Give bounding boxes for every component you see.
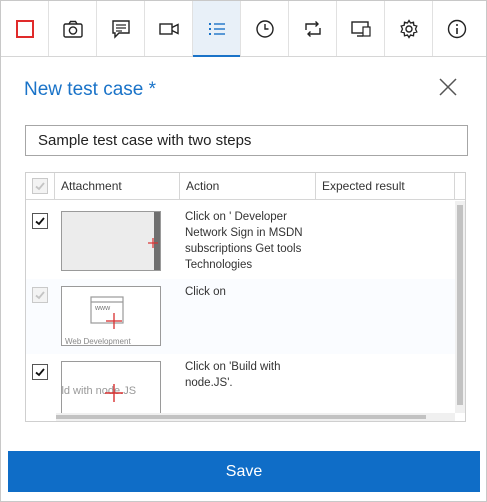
note-button[interactable]	[97, 1, 145, 56]
system-info-button[interactable]	[337, 1, 385, 56]
click-marker-icon	[148, 238, 158, 248]
about-button[interactable]	[433, 1, 481, 56]
clock-icon	[255, 19, 274, 38]
checkmark-icon	[35, 291, 45, 300]
click-marker-icon	[106, 313, 122, 329]
checkmark-icon	[35, 368, 45, 377]
checkmark-icon	[35, 182, 45, 191]
grid-header: Attachment Action Expected result	[26, 173, 465, 200]
step-attachment-thumbnail[interactable]: www Web Development	[61, 286, 161, 346]
screen-icon	[350, 20, 371, 37]
step-action-text[interactable]: Click on	[185, 284, 315, 300]
gear-icon	[399, 18, 418, 39]
thumbnail-www-text: www	[95, 305, 111, 312]
step-attachment-thumbnail[interactable]: ild with node.JS	[61, 361, 161, 417]
click-marker-icon	[105, 384, 123, 402]
test-case-name-input[interactable]	[25, 125, 468, 156]
close-button[interactable]	[437, 76, 459, 98]
red-square-icon	[15, 19, 34, 38]
screenshot-button[interactable]	[49, 1, 97, 56]
settings-button[interactable]	[385, 1, 433, 56]
steps-grid: Attachment Action Expected result Click …	[25, 172, 466, 422]
step-checkbox[interactable]	[32, 287, 48, 303]
note-icon	[111, 19, 130, 39]
step-row: Click on ' Developer Network Sign in MSD…	[26, 201, 456, 279]
list-icon	[208, 22, 225, 35]
step-row: www Web Development Click on	[26, 279, 456, 354]
sync-button[interactable]	[289, 1, 337, 56]
step-attachment-thumbnail[interactable]	[61, 211, 161, 271]
thumbnail-caption: ild with node.JS	[61, 385, 137, 397]
horizontal-scroll-thumb[interactable]	[56, 415, 426, 419]
close-icon	[439, 78, 457, 96]
video-button[interactable]	[145, 1, 193, 56]
steps-button[interactable]	[193, 1, 241, 57]
step-action-text[interactable]: Click on 'Build with node.JS'.	[185, 359, 315, 391]
step-action-text[interactable]: Click on ' Developer Network Sign in MSD…	[185, 209, 315, 273]
horizontal-scrollbar[interactable]	[56, 413, 455, 421]
timeline-button[interactable]	[241, 1, 289, 56]
vertical-scrollbar[interactable]	[455, 201, 465, 413]
dialog-title: New test case *	[24, 79, 156, 100]
step-row: ild with node.JS Click on 'Build with no…	[26, 354, 456, 417]
save-button[interactable]: Save	[8, 451, 480, 492]
toolbar	[1, 1, 486, 57]
column-header-expected-result[interactable]: Expected result	[316, 173, 455, 200]
step-checkbox[interactable]	[32, 364, 48, 380]
stop-recording-button[interactable]	[1, 1, 49, 56]
select-all-cell	[26, 173, 55, 200]
vertical-scroll-thumb[interactable]	[457, 205, 463, 405]
camera-icon	[62, 20, 83, 38]
column-header-attachment[interactable]: Attachment	[55, 173, 180, 200]
test-case-window: New test case * Attachment Action Expect…	[0, 0, 487, 502]
column-header-action[interactable]: Action	[180, 173, 316, 200]
thumbnail-caption: Web Development	[65, 337, 131, 346]
step-checkbox[interactable]	[32, 213, 48, 229]
video-icon	[158, 22, 179, 35]
info-icon	[447, 19, 467, 38]
loop-icon	[304, 20, 321, 37]
checkmark-icon	[35, 217, 45, 226]
select-all-checkbox[interactable]	[32, 178, 48, 194]
